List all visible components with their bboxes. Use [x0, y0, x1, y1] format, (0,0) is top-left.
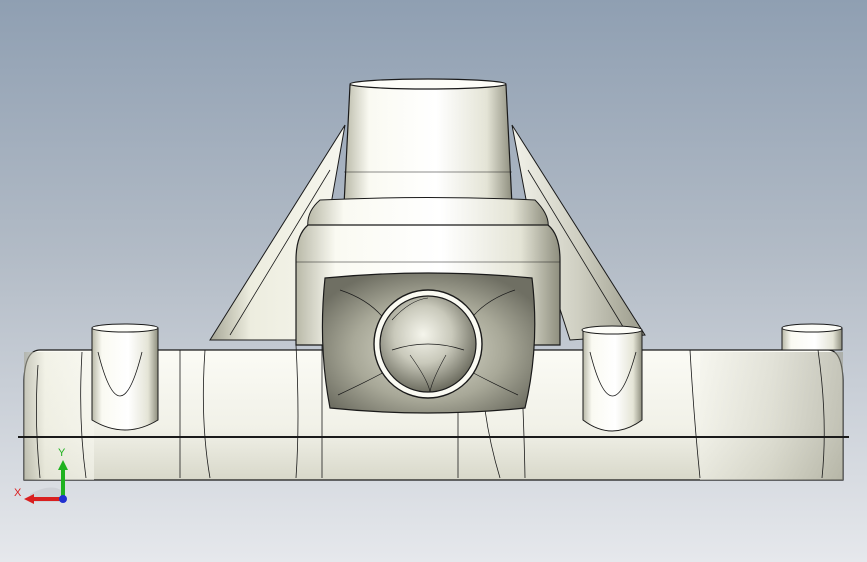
x-axis-label: X	[14, 487, 22, 499]
y-axis-arrow	[58, 460, 68, 470]
part-model[interactable]	[0, 0, 867, 562]
top-boss	[343, 80, 513, 206]
y-axis-label: Y	[58, 447, 66, 459]
left-small-boss	[91, 324, 159, 431]
coordinate-triad: X Y	[14, 447, 68, 504]
x-axis-arrow	[24, 494, 34, 504]
z-axis-dot	[59, 495, 67, 503]
3d-viewport[interactable]: X Y	[0, 0, 867, 562]
right-small-boss	[582, 327, 643, 432]
